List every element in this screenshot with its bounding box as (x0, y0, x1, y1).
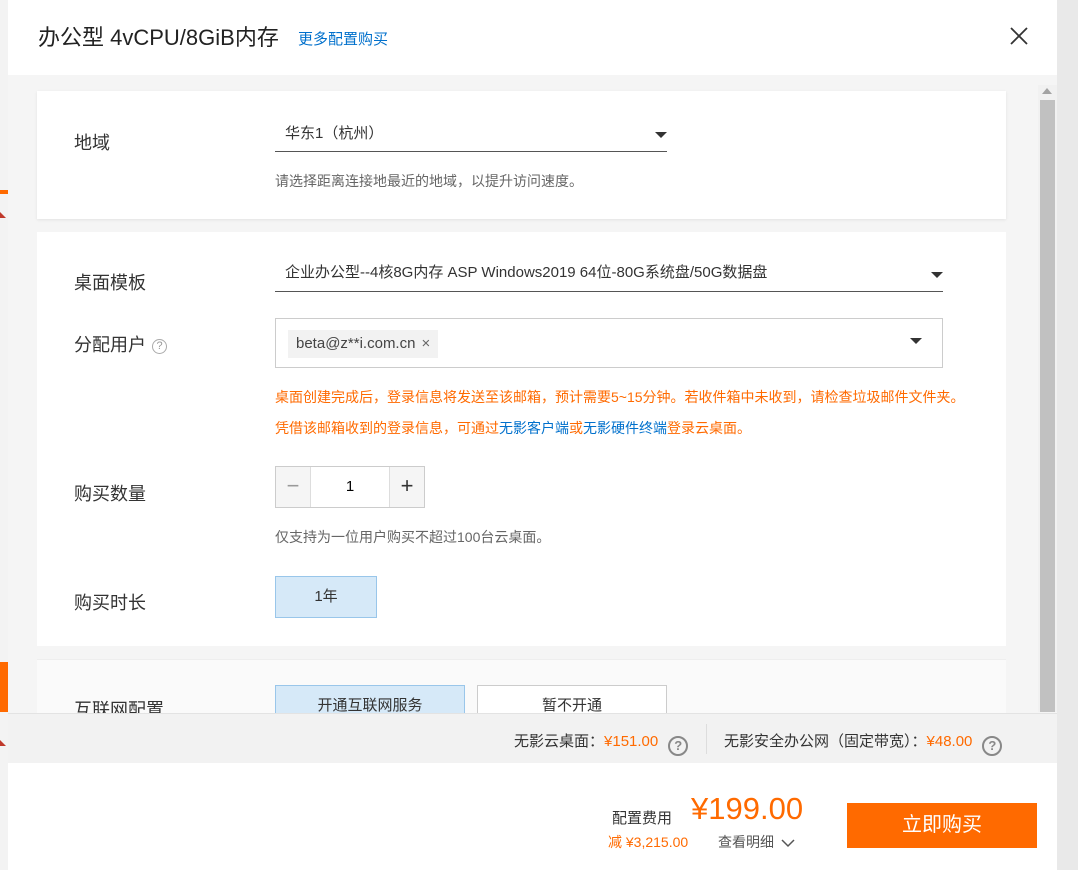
dialog-header: 办公型 4vCPU/8GiB内存 更多配置购买 (8, 0, 1057, 75)
purchase-dialog: 办公型 4vCPU/8GiB内存 更多配置购买 地域 华东1（杭州） 请选择距离… (8, 0, 1057, 870)
chevron-down-icon (655, 132, 667, 138)
region-value: 华东1（杭州） (285, 125, 384, 142)
user-tag: beta@z**i.com.cn × (288, 330, 439, 358)
price-breakdown-bar: 无影云桌面：¥151.00? 无影安全办公网（固定带宽）：¥48.00? (8, 713, 1057, 763)
assign-user-warning: 桌面创建完成后，登录信息将发送至该邮箱，预计需要5~15分钟。若收件箱中未收到，… (275, 382, 975, 444)
quantity-input[interactable] (311, 467, 389, 507)
warning-text: 或 (569, 420, 583, 436)
quantity-stepper: − + (275, 466, 425, 508)
increment-button[interactable]: + (389, 467, 424, 507)
scroll-up-icon[interactable] (1042, 88, 1052, 94)
hardware-terminal-link[interactable]: 无影硬件终端 (583, 420, 667, 436)
divider (706, 724, 707, 754)
fee-label: 配置费用 (612, 810, 673, 827)
network-price-value: ¥48.00 (926, 733, 973, 750)
remove-tag-icon[interactable]: × (421, 335, 430, 352)
chevron-down-icon (781, 839, 795, 848)
network-price-label: 无影安全办公网（固定带宽）： (724, 733, 927, 750)
region-hint: 请选择距离连接地最近的地域，以提升访问速度。 (275, 173, 583, 189)
template-value: 企业办公型--4核8G内存 ASP Windows2019 64位-80G系统盘… (285, 264, 768, 281)
network-price: 无影安全办公网（固定带宽）：¥48.00? (724, 730, 1003, 756)
background-accent-line (0, 190, 8, 194)
region-label: 地域 (74, 133, 110, 153)
desktop-price-value: ¥151.00 (604, 733, 659, 750)
dialog-title: 办公型 4vCPU/8GiB内存 (38, 25, 279, 50)
assign-user-select[interactable]: beta@z**i.com.cn × (275, 318, 943, 368)
internet-card: 互联网配置 开通互联网服务 暂不开通 (37, 659, 1006, 727)
quantity-label: 购买数量 (74, 484, 146, 504)
client-link[interactable]: 无影客户端 (499, 420, 569, 436)
chevron-down-icon (931, 272, 943, 278)
decrement-button[interactable]: − (276, 467, 311, 507)
help-icon[interactable]: ? (982, 736, 1003, 756)
buy-now-button[interactable]: 立即购买 (847, 803, 1037, 848)
warning-text: 登录云桌面。 (667, 420, 751, 436)
user-email: beta@z**i.com.cn (296, 335, 416, 352)
desktop-price-label: 无影云桌面： (514, 733, 605, 750)
config-card: 桌面模板 企业办公型--4核8G内存 ASP Windows2019 64位-8… (37, 232, 1006, 646)
fee-value: ¥199.00 (691, 791, 804, 826)
template-select[interactable]: 企业办公型--4核8G内存 ASP Windows2019 64位-80G系统盘… (275, 261, 943, 292)
duration-label: 购买时长 (74, 593, 146, 613)
duration-option-1-year[interactable]: 1年 (275, 576, 377, 618)
desktop-price: 无影云桌面：¥151.00? (514, 730, 689, 756)
template-label: 桌面模板 (74, 273, 146, 293)
help-icon[interactable]: ? (152, 339, 167, 354)
view-details-text: 查看明细 (718, 834, 774, 850)
close-icon[interactable] (1008, 25, 1030, 47)
help-icon[interactable]: ? (668, 736, 689, 756)
quantity-hint: 仅支持为一位用户购买不超过100台云桌面。 (275, 529, 551, 545)
assign-user-label: 分配用户? (74, 331, 167, 357)
scrollbar-thumb[interactable] (1040, 100, 1055, 712)
more-config-link[interactable]: 更多配置购买 (298, 28, 388, 49)
background-marker (0, 212, 6, 218)
assign-user-label-text: 分配用户 (74, 335, 146, 355)
view-details-link[interactable]: 查看明细 (718, 832, 795, 852)
region-select[interactable]: 华东1（杭州） (275, 121, 667, 152)
background-orange-block (0, 662, 8, 712)
discount-amount: 减 ¥3,215.00 (608, 834, 689, 850)
region-card: 地域 华东1（杭州） 请选择距离连接地最近的地域，以提升访问速度。 (37, 91, 1006, 219)
checkout-footer: 配置费用 ¥199.00 减 ¥3,215.00 查看明细 立即购买 (8, 763, 1057, 870)
chevron-down-icon (910, 338, 922, 344)
background-marker (0, 740, 6, 746)
